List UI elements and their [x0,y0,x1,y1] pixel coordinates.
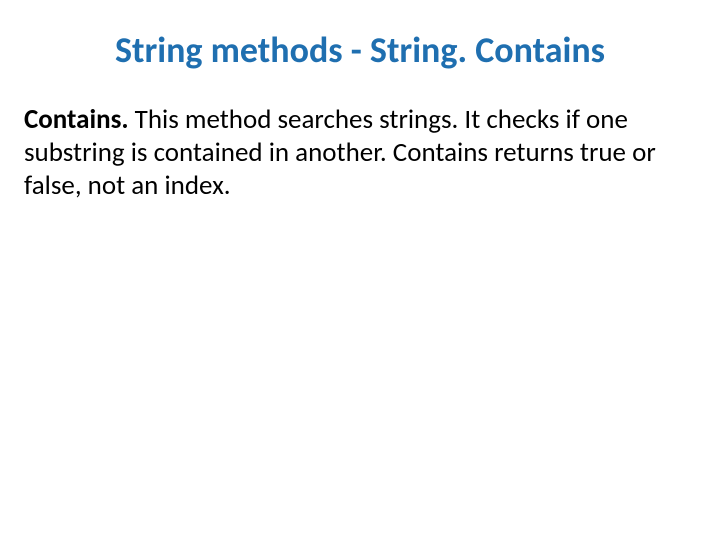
body-lead: Contains. [24,103,129,136]
slide-body: Contains. This method searches strings. … [24,104,696,203]
slide-title: String methods - String. Contains [24,28,696,72]
